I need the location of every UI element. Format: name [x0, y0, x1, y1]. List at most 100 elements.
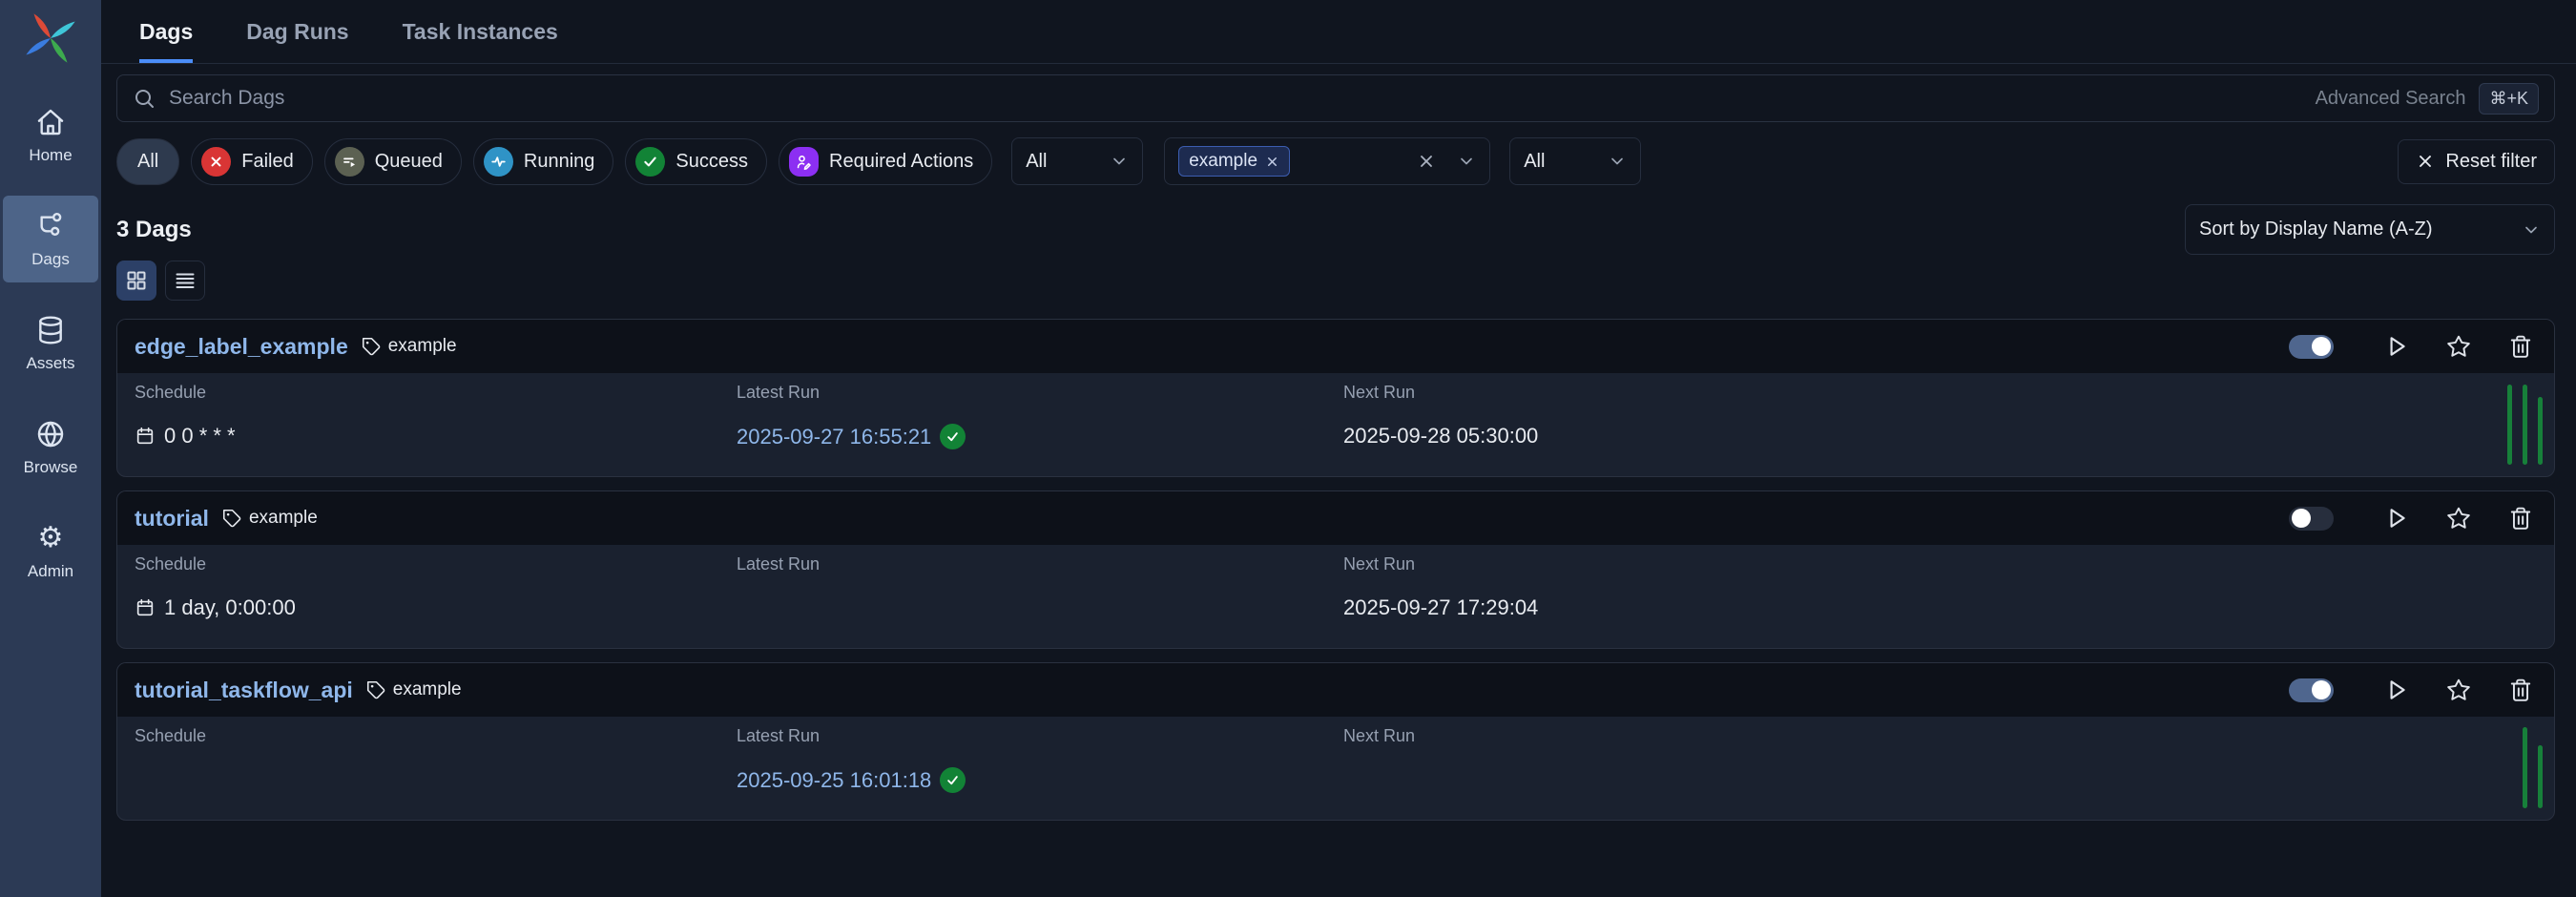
latest-run-label: Latest Run [737, 554, 1343, 574]
dag-name-link[interactable]: edge_label_example [135, 334, 348, 360]
filter-chip-running[interactable]: Running [473, 138, 614, 185]
toggle-knob [2292, 509, 2311, 528]
schedule-column: Schedule 0 0 * * * [135, 383, 737, 449]
success-status-icon [940, 424, 966, 449]
filter-chip-all[interactable]: All [116, 138, 179, 185]
trigger-run-button[interactable] [2384, 334, 2409, 359]
calendar-icon [135, 426, 156, 447]
tab-task-instances[interactable]: Task Instances [403, 0, 558, 63]
filter-row: All Failed Queued Running [116, 137, 2555, 185]
latest-run-link[interactable]: 2025-09-25 16:01:18 [737, 768, 931, 793]
filter-chip-queued[interactable]: Queued [324, 138, 462, 185]
sort-dropdown[interactable]: Sort by Display Name (A-Z) [2185, 204, 2555, 255]
search-bar: Advanced Search ⌘+K [116, 74, 2555, 122]
trash-icon [2508, 678, 2533, 702]
tags-filter-dropdown[interactable]: example [1164, 137, 1490, 185]
filter-chip-required-actions[interactable]: Required Actions [779, 138, 992, 185]
sidebar-item-label: Admin [28, 562, 73, 581]
chip-label: Running [524, 151, 595, 173]
run-bar[interactable] [2523, 385, 2527, 465]
dag-tag[interactable]: example [366, 679, 462, 700]
run-bar[interactable] [2507, 385, 2512, 465]
next-run-column: Next Run 2025-09-28 05:30:00 [1343, 383, 2537, 449]
dag-name-link[interactable]: tutorial_taskflow_api [135, 678, 353, 703]
x-icon [2416, 152, 2435, 171]
gear-icon: ⚙ [38, 523, 64, 553]
airflow-logo-icon[interactable] [24, 11, 77, 65]
sidebar-item-admin[interactable]: ⚙ Admin [3, 508, 98, 595]
success-status-icon [940, 767, 966, 793]
dag-tag[interactable]: example [222, 508, 318, 529]
star-icon [2446, 678, 2471, 702]
sidebar-item-home[interactable]: Home [3, 92, 98, 178]
filter-chip-failed[interactable]: Failed [191, 138, 312, 185]
trigger-run-button[interactable] [2384, 506, 2409, 531]
calendar-icon [135, 597, 156, 618]
favorite-button[interactable] [2446, 678, 2471, 702]
chip-label: Required Actions [829, 151, 973, 173]
sidebar-item-dags[interactable]: Dags [3, 196, 98, 282]
favorite-button[interactable] [2446, 334, 2471, 359]
sort-value: Sort by Display Name (A-Z) [2199, 219, 2433, 240]
pause-toggle[interactable] [2289, 335, 2334, 359]
latest-run-link[interactable]: 2025-09-27 16:55:21 [737, 425, 931, 449]
sidebar-item-browse[interactable]: Browse [3, 404, 98, 490]
dag-card: tutorial_taskflow_api example [116, 662, 2555, 821]
sidebar-item-label: Browse [24, 458, 78, 477]
recent-runs-bars[interactable] [2523, 727, 2543, 808]
dag-name-link[interactable]: tutorial [135, 506, 209, 532]
dag-tag[interactable]: example [362, 336, 457, 357]
recent-runs-bars[interactable] [2507, 385, 2543, 465]
play-icon [2384, 506, 2409, 531]
sidebar: Home Dags Assets Browse ⚙ Admin [0, 0, 101, 897]
dag-controls [2289, 678, 2537, 702]
run-bar[interactable] [2538, 397, 2543, 465]
tab-dags[interactable]: Dags [139, 0, 193, 63]
search-icon [133, 87, 156, 110]
filter-chip-success[interactable]: Success [625, 138, 767, 185]
dag-card-header: tutorial example [117, 491, 2554, 545]
dag-card-body: Schedule 0 0 * * * Latest Run 2025-09-27… [117, 373, 2554, 476]
queued-list-play-icon [335, 147, 364, 177]
chip-label: Queued [375, 151, 443, 173]
trigger-run-button[interactable] [2384, 678, 2409, 702]
clear-tags-icon[interactable] [1417, 152, 1436, 171]
next-run-column: Next Run [1343, 726, 2537, 793]
chevron-down-icon [2522, 220, 2541, 240]
dag-controls [2289, 506, 2537, 531]
delete-button[interactable] [2508, 334, 2533, 359]
advanced-search-link[interactable]: Advanced Search [2316, 88, 2466, 110]
database-icon [35, 315, 66, 345]
dag-tag-label: example [249, 508, 318, 529]
schedule-value: 0 0 * * * [135, 424, 737, 448]
search-input[interactable] [169, 87, 2302, 110]
dag-card: tutorial example [116, 490, 2555, 649]
favorite-filter-dropdown[interactable]: All [1509, 137, 1641, 185]
remove-tag-icon[interactable] [1265, 155, 1279, 169]
pause-toggle[interactable] [2289, 678, 2334, 702]
next-run-label: Next Run [1343, 726, 2537, 746]
tag-icon [222, 509, 242, 529]
shortcut-badge: ⌘+K [2479, 83, 2539, 115]
sidebar-nav: Home Dags Assets Browse ⚙ Admin [0, 92, 101, 612]
run-bar[interactable] [2538, 745, 2543, 808]
paused-filter-dropdown[interactable]: All [1011, 137, 1143, 185]
play-icon [2384, 678, 2409, 702]
tab-dag-runs[interactable]: Dag Runs [246, 0, 348, 63]
dag-card-list: edge_label_example example [116, 319, 2555, 821]
delete-button[interactable] [2508, 506, 2533, 531]
favorite-button[interactable] [2446, 506, 2471, 531]
list-header: 3 Dags Sort by Display Name (A-Z) [116, 204, 2555, 255]
card-view-button[interactable] [116, 261, 156, 301]
selected-tag-token[interactable]: example [1178, 146, 1290, 177]
sidebar-item-assets[interactable]: Assets [3, 300, 98, 386]
table-view-button[interactable] [165, 261, 205, 301]
dag-card: edge_label_example example [116, 319, 2555, 477]
schedule-label: Schedule [135, 554, 737, 574]
view-toggle-group [116, 261, 2555, 301]
sidebar-item-label: Dags [31, 250, 70, 269]
run-bar[interactable] [2523, 727, 2527, 808]
delete-button[interactable] [2508, 678, 2533, 702]
pause-toggle[interactable] [2289, 507, 2334, 531]
reset-filter-button[interactable]: Reset filter [2398, 139, 2555, 184]
